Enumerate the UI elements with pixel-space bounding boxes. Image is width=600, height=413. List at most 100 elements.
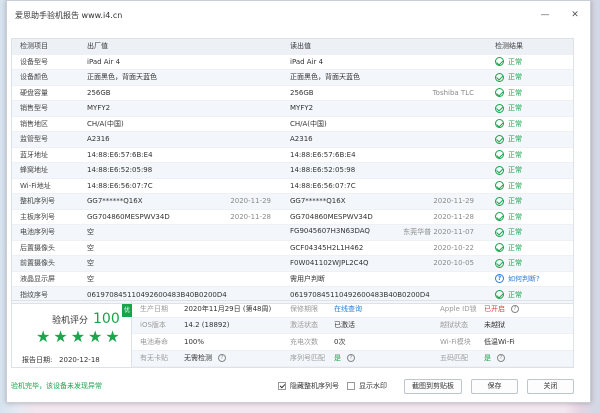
score-value: 100: [93, 311, 120, 327]
header-result: 检测结果: [495, 42, 523, 51]
row-factory: iPad Air 4: [87, 57, 121, 66]
row-read: 256GB Toshiba TLC: [290, 88, 474, 97]
row-result: 正常: [484, 134, 573, 144]
close-window-button[interactable]: ✕: [560, 1, 590, 29]
hide-serial-checkbox[interactable]: 隐藏整机序列号: [278, 381, 339, 391]
header-factory: 出厂值: [87, 42, 108, 51]
row-item: 指纹序号: [20, 290, 48, 299]
row-result: 正常: [484, 119, 573, 129]
summary-cell: 五码匹配是?: [432, 350, 573, 367]
row-result: 正常: [484, 290, 573, 300]
row-result: 正常: [484, 243, 573, 253]
row-factory: GG7******Q16X 2020-11-29: [87, 197, 271, 206]
minimize-button[interactable]: —: [530, 1, 560, 29]
table-row: 设备颜色 正面黑色，背面天蓝色 正面黑色，背面天蓝色 正常: [12, 70, 573, 86]
summary-cell: 激活状态 已激活: [282, 317, 432, 334]
close-button[interactable]: 关闭: [527, 378, 574, 394]
summary-grid: 生产日期 2020年11月29日 (第48周) 保修期限 在线查询 Apple ID锁已…: [132, 301, 573, 367]
summary-cell: Wi-Fi模块 低温Wi-Fi: [432, 334, 573, 351]
show-watermark-checkbox[interactable]: 显示水印: [347, 381, 387, 391]
info-icon[interactable]: ?: [218, 354, 226, 363]
score-box: 验机评分 100 优 ★ ★ ★ ★ ★ 报告日期: 2020-12-18: [12, 301, 132, 367]
check-circle-icon: [495, 196, 504, 206]
info-icon[interactable]: ?: [347, 354, 355, 363]
summary-cell: iOS版本 14.2 (18892): [132, 317, 282, 334]
row-item: 后置摄像头: [20, 243, 55, 252]
check-circle-icon: [495, 72, 504, 82]
how-to-judge-link[interactable]: 如何判断?: [508, 274, 540, 284]
table-row: 液晶显示屏 空 需用户判断? 如何判断?: [12, 272, 573, 287]
report-date: 报告日期: 2020-12-18: [22, 356, 100, 364]
screenshot-button[interactable]: 截图到剪贴板: [404, 378, 462, 394]
check-circle-icon: [495, 103, 504, 113]
table-header: 检测项目 出厂值 读出值 检测结果: [12, 39, 573, 55]
summary-cell: 有无卡贴 无需检测?: [132, 350, 282, 367]
row-read: GG7******Q16X 2020-11-29: [290, 197, 474, 206]
checkbox-icon[interactable]: [347, 382, 355, 390]
header-read: 读出值: [290, 42, 311, 51]
row-result: 正常: [484, 88, 573, 98]
row-read: 14:88:E6:52:05:98: [290, 166, 356, 175]
row-item: 电池序列号: [20, 228, 55, 237]
info-icon[interactable]: ?: [497, 354, 505, 363]
check-circle-icon: [495, 165, 504, 175]
table-row: 前置摄像头 空 F0W041102WJPL2C4Q 2020-10-05 正常: [12, 256, 573, 272]
row-factory: 14:88:E6:52:05:98: [87, 166, 153, 175]
row-read: iPad Air 4: [290, 57, 324, 66]
save-button[interactable]: 保存: [471, 378, 518, 394]
row-factory: 空: [87, 228, 94, 237]
row-factory: 256GB: [87, 88, 111, 97]
table-row: 电池序列号 空 FG9045607H3N63DAQ 东莞华普 2020-11-07 正常: [12, 225, 573, 241]
summary-cell[interactable]: 保修期限 在线查询: [282, 301, 432, 318]
row-result: 正常: [484, 57, 573, 67]
row-factory: GG704860MESPWV34D 2020-11-28: [87, 212, 271, 221]
row-item: Wi-Fi地址: [20, 181, 51, 190]
star-icon: ★: [36, 327, 51, 346]
question-icon: ?: [495, 274, 504, 284]
row-result: 正常: [484, 103, 573, 113]
row-result: 正常: [484, 212, 573, 222]
star-icon: ★: [88, 327, 103, 346]
row-read: GCF04345H2L1H462 2020-10-22: [290, 243, 474, 252]
row-read: FG9045607H3N63DAQ 东莞华普 2020-11-07: [290, 227, 474, 237]
star-icon: ★: [53, 327, 68, 346]
row-item: 蓝牙地址: [20, 150, 48, 159]
row-item: 前置摄像头: [20, 259, 55, 268]
row-factory: 14:88:E6:57:6B:E4: [87, 150, 153, 159]
rating-badge: 优: [122, 304, 132, 317]
check-circle-icon: [495, 243, 504, 253]
row-item: 整机序列号: [20, 197, 55, 206]
info-icon[interactable]: ?: [511, 304, 519, 313]
check-table: 检测项目 出厂值 读出值 检测结果 设备型号 iPad Air 4 iPad Air…: [11, 38, 574, 304]
row-result: 正常: [484, 150, 573, 160]
row-read: CH/A(中国): [290, 119, 327, 128]
summary-cell: 序列号匹配是?: [282, 350, 432, 367]
row-result: 正常: [484, 196, 573, 206]
check-circle-icon: [495, 258, 504, 268]
title-bar: 爱思助手验机报告 www.i4.cn — ✕: [7, 1, 590, 29]
footer-bar: 验机完毕，该设备未发现异常 隐藏整机序列号 显示水印 截图到剪贴板 保存 关闭: [11, 378, 574, 394]
summary-cell: Apple ID锁 已开启?: [432, 301, 573, 318]
row-factory: MYFY2: [87, 104, 111, 113]
row-result[interactable]: ? 如何判断?: [484, 274, 573, 284]
row-factory: A2316: [87, 135, 110, 144]
row-result: 正常: [484, 258, 573, 268]
row-factory: 正面黑色，背面天蓝色: [87, 73, 157, 82]
score-title: 验机评分 100: [52, 311, 120, 327]
check-circle-icon: [495, 212, 504, 222]
row-item: 监管型号: [20, 135, 48, 144]
check-circle-icon: [495, 227, 504, 237]
row-factory: 061970845110492600483B40B0200D4: [87, 290, 227, 299]
summary-cell: 电池寿命 100%: [132, 334, 282, 351]
row-item: 硬盘容量: [20, 88, 48, 97]
check-circle-icon: [495, 181, 504, 191]
table-row: 整机序列号 GG7******Q16X 2020-11-29 GG7******Q16…: [12, 194, 573, 210]
star-icon: ★: [70, 327, 86, 346]
row-read: 061970845110492600483B40B0200D4: [290, 290, 430, 299]
row-read: 需用户判断: [290, 274, 325, 283]
row-factory: 空: [87, 243, 94, 252]
summary-cell: 越狱状态 未越狱: [432, 317, 573, 334]
row-factory: CH/A(中国): [87, 119, 124, 128]
checkbox-checked-icon[interactable]: [278, 382, 286, 390]
row-item: 设备颜色: [20, 73, 48, 82]
